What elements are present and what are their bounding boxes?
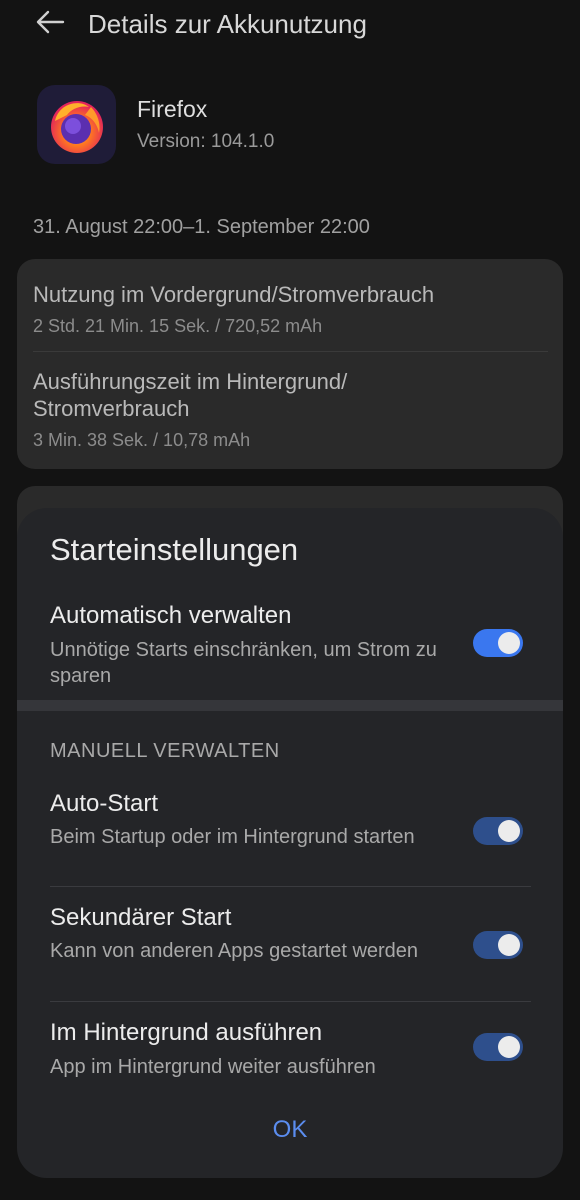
background-usage-title-line2: Stromverbrauch	[33, 396, 190, 421]
app-name: Firefox	[137, 96, 208, 122]
page-title: Details zur Akkunutzung	[88, 9, 367, 39]
usage-divider	[33, 351, 548, 352]
app-version: Version: 104.1.0	[137, 131, 275, 152]
toggle-knob	[498, 820, 520, 842]
date-range: 31. August 22:00–1. September 22:00	[33, 216, 370, 238]
firefox-logo-icon	[37, 85, 116, 164]
back-button[interactable]	[30, 4, 70, 44]
toggle-knob	[498, 632, 520, 654]
foreground-usage-value: 2 Std. 21 Min. 15 Sek. / 720,52 mAh	[33, 316, 323, 336]
auto-start-toggle[interactable]	[473, 817, 523, 845]
arrow-left-icon	[35, 10, 65, 39]
row-divider	[50, 886, 531, 887]
dialog-title: Starteinstellungen	[50, 532, 299, 567]
toggle-knob	[498, 934, 520, 956]
ok-button[interactable]: OK	[240, 1108, 340, 1152]
auto-start-subtitle: Beim Startup oder im Hintergrund starten	[50, 826, 415, 848]
background-usage-title-line1: Ausführungszeit im Hintergrund/	[33, 369, 348, 394]
background-usage-value: 3 Min. 38 Sek. / 10,78 mAh	[33, 430, 251, 450]
auto-manage-toggle[interactable]	[473, 629, 523, 657]
secondary-start-title: Sekundärer Start	[50, 904, 232, 931]
manual-manage-header: MANUELL VERWALTEN	[50, 740, 280, 762]
run-in-background-subtitle: App im Hintergrund weiter ausführen	[50, 1056, 376, 1078]
auto-manage-title: Automatisch verwalten	[50, 602, 292, 629]
section-separator	[17, 700, 563, 711]
background-usage-title: Ausführungszeit im Hintergrund/ Stromver…	[33, 368, 347, 422]
secondary-start-toggle[interactable]	[473, 931, 523, 959]
run-in-background-title: Im Hintergrund ausführen	[50, 1019, 323, 1046]
toggle-knob	[498, 1036, 520, 1058]
auto-manage-subtitle: Unnötige Starts einschränken, um Strom z…	[50, 639, 437, 687]
row-divider	[50, 1001, 531, 1002]
foreground-usage-title: Nutzung im Vordergrund/Stromverbrauch	[33, 282, 435, 307]
run-in-background-toggle[interactable]	[473, 1033, 523, 1061]
auto-start-title: Auto-Start	[50, 790, 159, 817]
secondary-start-subtitle: Kann von anderen Apps gestartet werden	[50, 940, 419, 962]
